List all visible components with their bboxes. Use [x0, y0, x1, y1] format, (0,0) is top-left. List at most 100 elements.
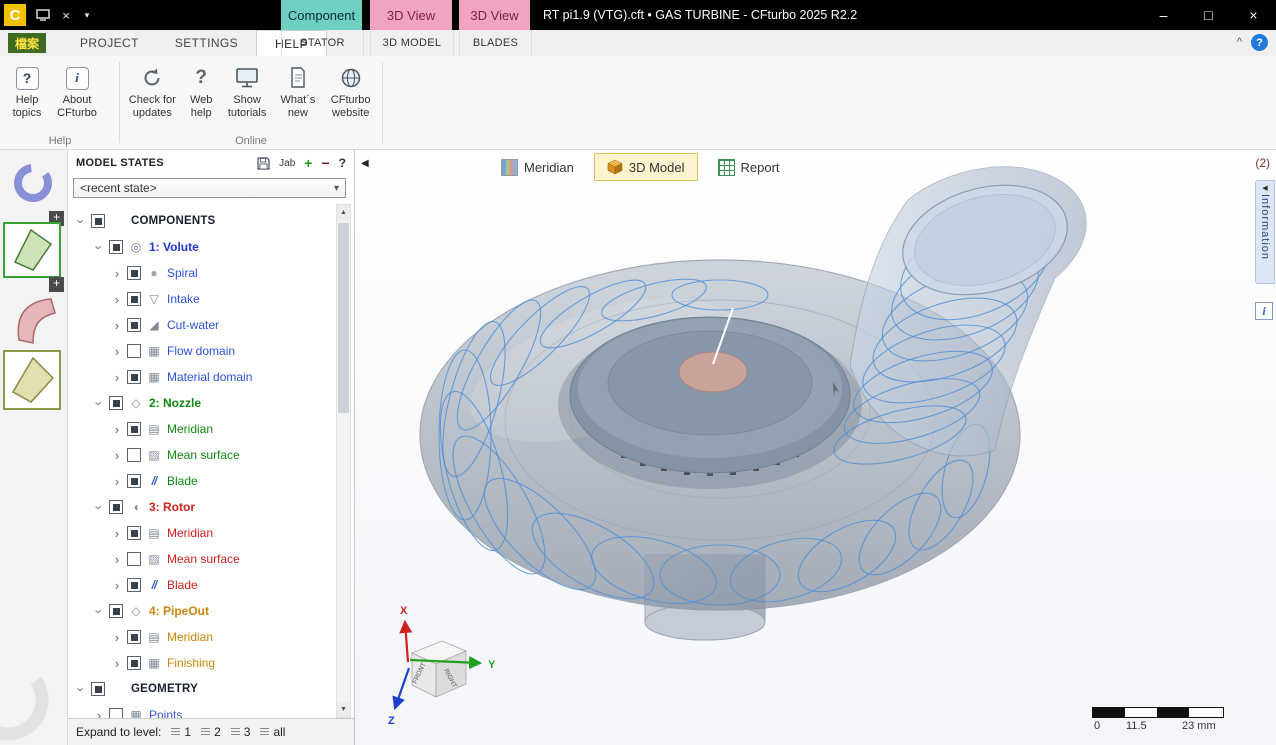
about-cfturbo-button[interactable]: i About CFturbo	[50, 62, 104, 122]
tree-expander-icon[interactable]: ›	[112, 578, 122, 593]
tree-expander-icon[interactable]: ›	[112, 344, 122, 359]
add-state-button[interactable]: +	[304, 155, 312, 171]
pipeout-component-icon[interactable]	[3, 350, 61, 410]
subtab-3d-model[interactable]: 3D MODEL	[370, 30, 454, 56]
tab-report[interactable]: Report	[706, 153, 792, 181]
model-states-help-button[interactable]: ?	[339, 156, 346, 170]
tree-row[interactable]: › ▦ Finishing	[68, 650, 335, 676]
tree-checkbox[interactable]	[127, 526, 141, 540]
expand-level-1-button[interactable]: 1	[171, 725, 191, 739]
menu-project[interactable]: PROJECT	[62, 30, 157, 56]
tree-checkbox[interactable]	[127, 578, 141, 592]
tree-expander-icon[interactable]: ›	[112, 448, 122, 463]
minimize-button[interactable]: –	[1141, 0, 1186, 30]
quick-view-icon[interactable]	[32, 0, 54, 30]
scroll-down-icon[interactable]: ▼	[337, 702, 350, 717]
collapse-ribbon-icon[interactable]: ^	[1237, 36, 1242, 48]
expand-level-2-button[interactable]: 2	[201, 725, 221, 739]
tree-row[interactable]: › COMPONENTS	[68, 208, 335, 234]
tree-expander-icon[interactable]: ›	[92, 242, 107, 252]
tree-checkbox[interactable]	[127, 344, 141, 358]
tree-expander-icon[interactable]: ›	[112, 630, 122, 645]
scrollbar-thumb[interactable]	[338, 223, 349, 413]
help-bubble-button[interactable]: ?	[1251, 34, 1268, 51]
add-component-button[interactable]: +	[49, 277, 64, 292]
remove-state-button[interactable]: −	[321, 155, 329, 171]
tree-row[interactable]: › ◇ 2: Nozzle	[68, 390, 335, 416]
tree-checkbox[interactable]	[127, 630, 141, 644]
tree-row[interactable]: › ▨ Mean surface	[68, 442, 335, 468]
check-updates-button[interactable]: Check for updates	[123, 62, 182, 122]
tree-row[interactable]: › // Blade	[68, 468, 335, 494]
tree-expander-icon[interactable]: ›	[112, 422, 122, 437]
tree-row[interactable]: › ▦ Flow domain	[68, 338, 335, 364]
tree-checkbox[interactable]	[127, 422, 141, 436]
tree-checkbox[interactable]	[109, 500, 123, 514]
collapse-panel-icon[interactable]: ◀	[361, 158, 369, 169]
view-tab-blades[interactable]: 3D View	[459, 0, 530, 30]
show-tutorials-button[interactable]: Show tutorials	[221, 62, 274, 122]
tree-scrollbar[interactable]: ▲ ▼	[336, 204, 351, 718]
tree-checkbox[interactable]	[127, 474, 141, 488]
tree-row[interactable]: › ▦ Material domain	[68, 364, 335, 390]
tree-checkbox[interactable]	[91, 682, 105, 696]
quick-close-icon[interactable]: ×	[56, 0, 76, 30]
tree-checkbox[interactable]	[127, 552, 141, 566]
tree-row[interactable]: › ◇ 4: PipeOut	[68, 598, 335, 624]
tree-expander-icon[interactable]: ›	[74, 684, 89, 694]
expand-level-all-button[interactable]: all	[260, 725, 285, 739]
tree-expander-icon[interactable]: ›	[112, 318, 122, 333]
orientation-triad[interactable]: FRONT RIGHT X Y Z	[382, 598, 532, 738]
tree-expander-icon[interactable]: ›	[74, 216, 89, 226]
tree-row[interactable]: › ▽ Intake	[68, 286, 335, 312]
tree-checkbox[interactable]	[127, 266, 141, 280]
tree-expander-icon[interactable]: ›	[94, 708, 104, 719]
tree-row[interactable]: › ● Spiral	[68, 260, 335, 286]
tree-row[interactable]: › // Blade	[68, 572, 335, 598]
tree-expander-icon[interactable]: ›	[112, 656, 122, 671]
component-tab-stator[interactable]: Component	[281, 0, 362, 30]
tree-checkbox[interactable]	[127, 448, 141, 462]
tree-checkbox[interactable]	[127, 370, 141, 384]
tree-row[interactable]: › ▨ Mean surface	[68, 546, 335, 572]
tree-expander-icon[interactable]: ›	[92, 606, 107, 616]
subtab-stator[interactable]: STATOR	[281, 30, 364, 56]
tree-expander-icon[interactable]: ›	[112, 370, 122, 385]
web-help-button[interactable]: ? Web help	[182, 62, 221, 122]
quick-access-dropdown-icon[interactable]: ▾	[78, 0, 96, 30]
tree-expander-icon[interactable]: ›	[112, 552, 122, 567]
tree-checkbox[interactable]	[109, 708, 123, 718]
tree-expander-icon[interactable]: ›	[92, 502, 107, 512]
tree-row[interactable]: › ▤ Meridian	[68, 416, 335, 442]
maximize-button[interactable]: □	[1186, 0, 1231, 30]
tree-checkbox[interactable]	[127, 318, 141, 332]
tree-expander-icon[interactable]: ›	[112, 474, 122, 489]
tree-row[interactable]: › ◢ Cut-water	[68, 312, 335, 338]
whats-new-button[interactable]: What´s new	[273, 62, 322, 122]
tree-row[interactable]: › ◖ 3: Rotor	[68, 494, 335, 520]
tree-checkbox[interactable]	[109, 604, 123, 618]
cfturbo-website-button[interactable]: CFturbo website	[322, 62, 379, 122]
state-selector[interactable]: <recent state> ▾	[73, 178, 346, 198]
expand-level-3-button[interactable]: 3	[231, 725, 251, 739]
tree-expander-icon[interactable]: ›	[112, 526, 122, 541]
tree-expander-icon[interactable]: ›	[92, 398, 107, 408]
tree-row[interactable]: › ◎ 1: Volute	[68, 234, 335, 260]
tree-row[interactable]: › ▤ Meridian	[68, 624, 335, 650]
volute-component-icon[interactable]	[10, 160, 56, 206]
help-topics-button[interactable]: ? Help topics	[4, 62, 50, 122]
tree-checkbox[interactable]	[127, 292, 141, 306]
tree-row[interactable]: › ▤ Meridian	[68, 520, 335, 546]
tab-meridian[interactable]: Meridian	[489, 153, 586, 181]
tree-row[interactable]: › ▦ Points	[68, 702, 335, 718]
view-tab-3d-model[interactable]: 3D View	[370, 0, 452, 30]
tree-checkbox[interactable]	[109, 396, 123, 410]
information-icon[interactable]: i	[1255, 302, 1273, 320]
tab-3d-model[interactable]: 3D Model	[594, 153, 698, 181]
save-state-icon[interactable]	[257, 157, 270, 170]
information-panel-tab[interactable]: ◀ Information	[1255, 180, 1275, 284]
close-button[interactable]: ×	[1231, 0, 1276, 30]
tree-expander-icon[interactable]: ›	[112, 292, 122, 307]
subtab-blades[interactable]: BLADES	[459, 30, 532, 56]
tree-expander-icon[interactable]: ›	[112, 266, 122, 281]
